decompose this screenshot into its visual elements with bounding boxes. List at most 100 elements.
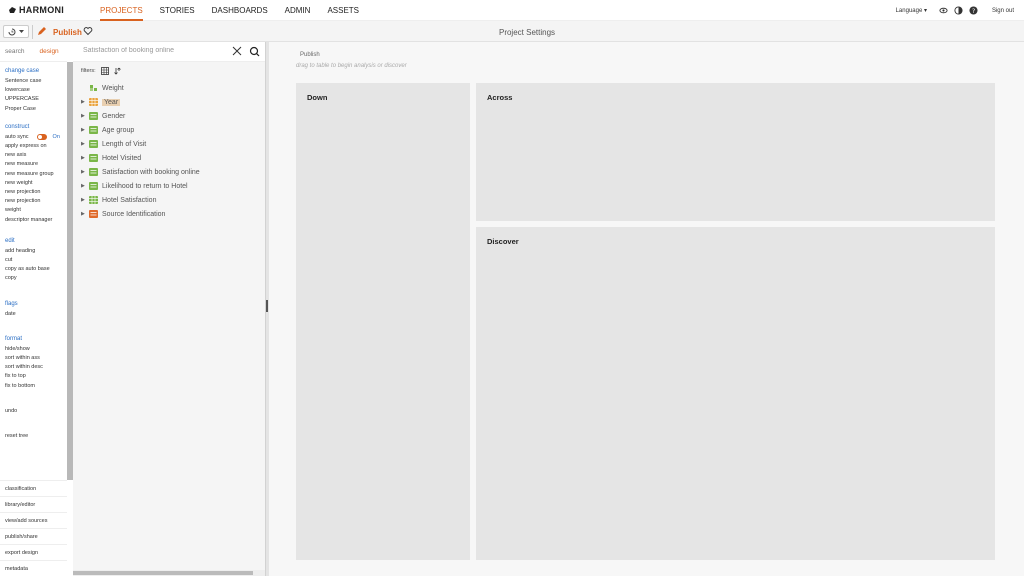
svg-text:?: ? (972, 8, 975, 15)
tree-item-likelihood-return[interactable]: ▶ Likelihood to return to Hotel (81, 180, 188, 192)
discover-drop-zone[interactable]: Discover (476, 227, 995, 560)
list-icon (89, 112, 98, 120)
language-menu[interactable]: Language ▾ (896, 7, 927, 14)
toolbar: Publish Project Settings (0, 21, 1024, 42)
expand-arrow-icon[interactable]: ▶ (81, 155, 89, 161)
tree-item-age-group[interactable]: ▶ Age group (81, 124, 134, 136)
list-icon (89, 210, 98, 218)
tree-item-weight[interactable]: Weight (81, 82, 124, 94)
nav-stories[interactable]: STORIES (160, 0, 195, 21)
nav-dashboards[interactable]: DASHBOARDS (212, 0, 268, 21)
menu-item[interactable]: date (5, 310, 67, 319)
expand-arrow-icon[interactable]: ▶ (81, 183, 89, 189)
auto-sync-toggle[interactable]: auto sync On (5, 133, 67, 142)
tree-item-length-of-visit[interactable]: ▶ Length of Visit (81, 138, 146, 150)
toggle-switch[interactable] (36, 134, 47, 141)
menu-item[interactable]: sort within desc (5, 363, 67, 372)
auto-sync-state: On (52, 133, 60, 140)
sort-filter-icon[interactable] (113, 67, 122, 75)
drag-hint: drag to table to begin analysis or disco… (296, 63, 407, 69)
tree-item-label: Source Identification (102, 210, 166, 218)
contrast-icon[interactable] (954, 6, 963, 15)
menu-item[interactable]: hide/show (5, 345, 67, 354)
logo[interactable]: HARMONI (8, 5, 100, 15)
tree-item-label: Hotel Visited (102, 154, 142, 162)
grid-filter-icon[interactable] (100, 67, 109, 75)
bottom-item-metadata[interactable]: metadata (0, 560, 67, 576)
tree-item-satisfaction-booking[interactable]: ▶ Satisfaction with booking online (81, 166, 200, 178)
menu-section-construct: construct auto sync On apply express on … (0, 124, 67, 225)
tab-design[interactable]: design (40, 48, 59, 55)
tree-horizontal-scrollbar[interactable] (73, 570, 265, 576)
menu-item[interactable]: new projection (5, 188, 67, 197)
tree-item-label: Likelihood to return to Hotel (102, 182, 188, 190)
nav-projects[interactable]: PROJECTS (100, 0, 143, 21)
menu-item[interactable]: new measure (5, 160, 67, 169)
weight-icon (90, 85, 97, 91)
bottom-item-classification[interactable]: classification (0, 480, 67, 496)
section-heading: format (5, 335, 23, 342)
menu-section-edit: edit add heading cut copy as auto base c… (0, 238, 67, 284)
close-icon[interactable] (232, 46, 242, 56)
zone-title: Across (487, 93, 513, 102)
tree-item-gender[interactable]: ▶ Gender (81, 110, 125, 122)
bottom-item-view-add-sources[interactable]: view/add sources (0, 512, 67, 528)
list-icon (89, 182, 98, 190)
bottom-item-publish-share[interactable]: publish/share (0, 528, 67, 544)
help-icon[interactable]: ? (969, 6, 978, 15)
undo-item[interactable]: undo (5, 407, 67, 416)
expand-arrow-icon[interactable]: ▶ (81, 141, 89, 147)
menu-item[interactable]: new measure group (5, 170, 67, 179)
menu-item[interactable]: new projection (5, 197, 67, 206)
bottom-item-export-design[interactable]: export design (0, 544, 67, 560)
tree-item-source-identification[interactable]: ▶ Source Identification (81, 208, 165, 220)
reset-tree-item[interactable]: reset tree (5, 432, 67, 441)
tree-item-label: Weight (102, 84, 124, 92)
nav-assets[interactable]: ASSETS (327, 0, 359, 21)
expand-arrow-icon[interactable]: ▶ (81, 197, 89, 203)
tree-item-label: Length of Visit (102, 140, 147, 148)
sign-out-link[interactable]: Sign out (992, 8, 1014, 14)
bottom-menu: classification library/editor view/add s… (0, 480, 67, 576)
menu-item[interactable]: sort within ass (5, 354, 67, 363)
grid-icon (89, 98, 98, 106)
expand-arrow-icon[interactable]: ▶ (81, 99, 89, 105)
search-input[interactable] (83, 47, 223, 54)
splitter-grip[interactable] (266, 300, 268, 312)
expand-arrow-icon[interactable]: ▶ (81, 211, 89, 217)
expand-arrow-icon[interactable]: ▶ (81, 127, 89, 133)
eye-icon[interactable] (939, 6, 948, 15)
menu-item[interactable]: descriptor manager (5, 216, 67, 225)
menu-item[interactable]: cut (5, 256, 67, 265)
menu-item[interactable]: new weight (5, 179, 67, 188)
search-icon[interactable] (249, 46, 260, 57)
zone-title: Down (307, 93, 328, 102)
menu-item[interactable]: fix to bottom (5, 382, 67, 391)
menu-section-undo: undo (0, 407, 67, 416)
menu-item[interactable]: copy as auto base (5, 265, 67, 274)
menu-item[interactable]: Proper Case (5, 105, 67, 114)
down-drop-zone[interactable]: Down (296, 83, 470, 560)
tab-search[interactable]: search (5, 48, 25, 55)
auto-sync-label: auto sync (5, 133, 29, 140)
menu-section-flags: flags date (0, 301, 67, 319)
bottom-item-library-editor[interactable]: library/editor (0, 496, 67, 512)
menu-item[interactable]: UPPERCASE (5, 95, 67, 104)
left-menu: search design change case Sentence case … (0, 42, 67, 576)
menu-item[interactable]: fix to top (5, 372, 67, 381)
tree-item-year[interactable]: ▶ Year (81, 96, 121, 108)
across-drop-zone[interactable]: Across (476, 83, 995, 221)
expand-arrow-icon[interactable]: ▶ (81, 113, 89, 119)
menu-item[interactable]: copy (5, 274, 67, 283)
expand-arrow-icon[interactable]: ▶ (81, 169, 89, 175)
menu-item[interactable]: lowercase (5, 86, 67, 95)
tree-item-hotel-satisfaction[interactable]: ▶ Hotel Satisfaction (81, 194, 156, 206)
nav-admin[interactable]: ADMIN (285, 0, 311, 21)
menu-item[interactable]: add heading (5, 247, 67, 256)
menu-item[interactable]: apply express on (5, 142, 67, 151)
tree-item-hotel-visited[interactable]: ▶ Hotel Visited (81, 152, 141, 164)
menu-item[interactable]: Sentence case (5, 77, 67, 86)
menu-item[interactable]: new axis (5, 151, 67, 160)
menu-item[interactable]: weight (5, 206, 67, 215)
scrollbar-thumb[interactable] (73, 571, 253, 575)
